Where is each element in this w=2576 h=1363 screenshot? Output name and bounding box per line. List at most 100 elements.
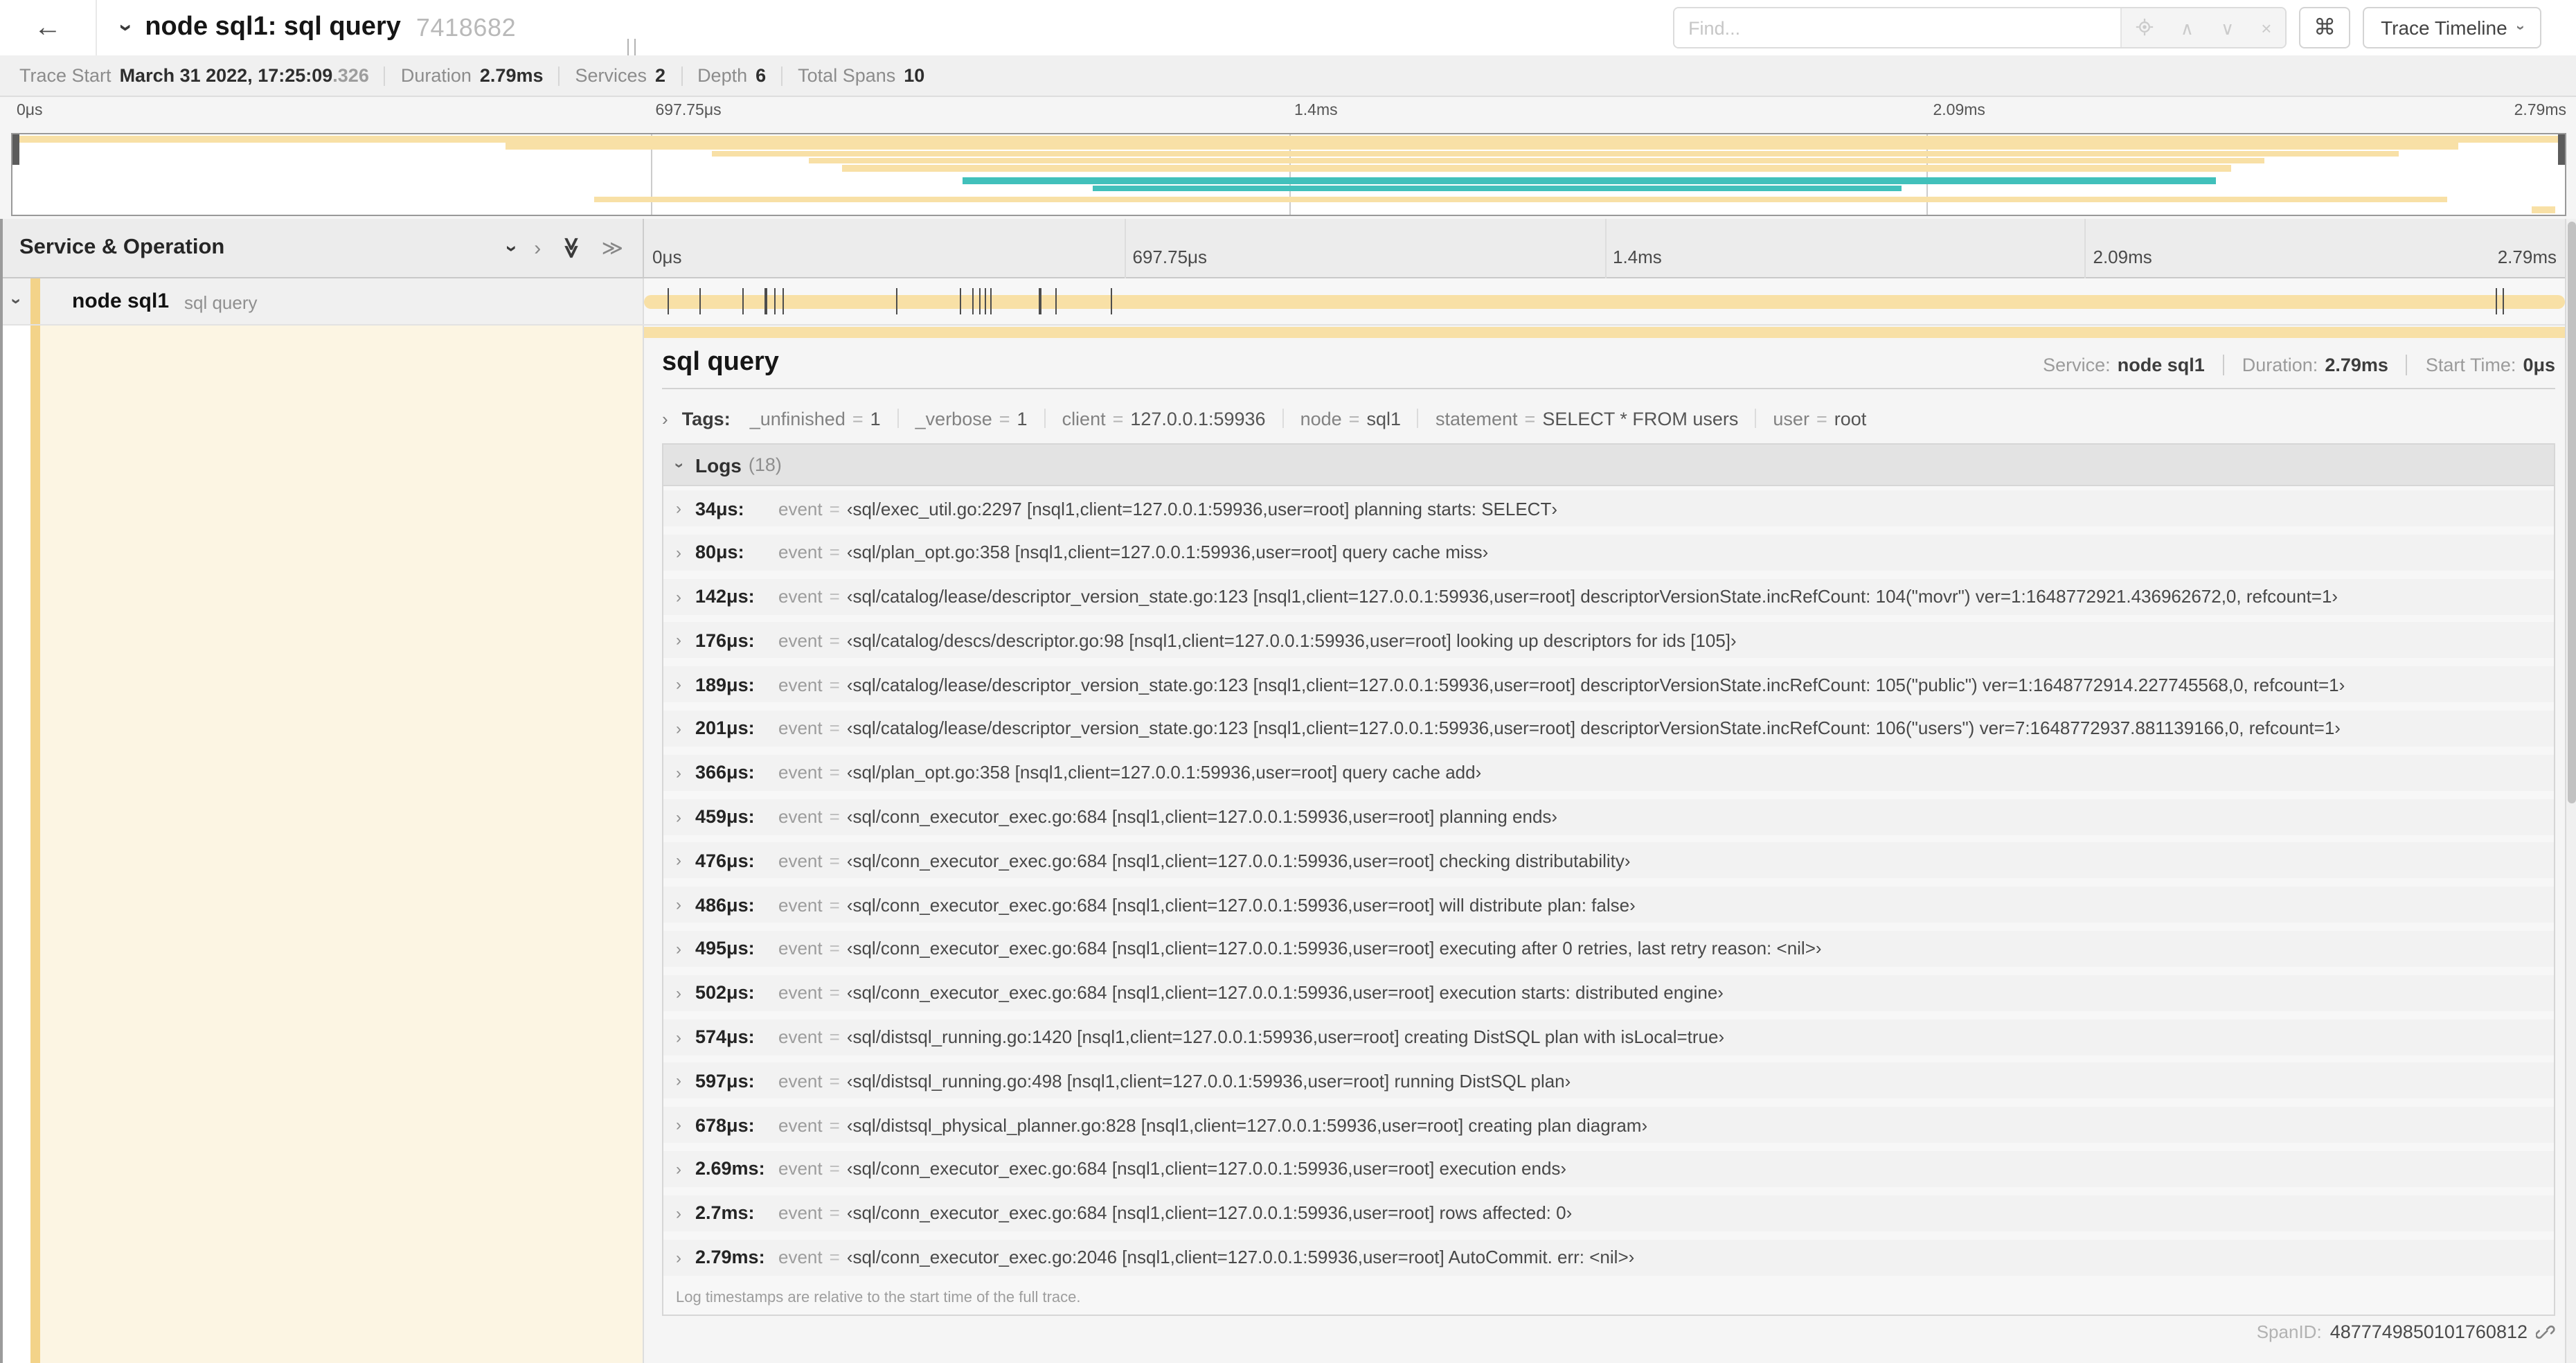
log-row[interactable]: › 80μs: event = ‹sql/plan_opt.go:358 [nsql1,… xyxy=(663,534,2554,571)
chevron-right-icon[interactable]: › xyxy=(676,587,681,606)
back-button[interactable]: ← xyxy=(0,0,97,55)
log-timestamp: 189μs: xyxy=(695,674,755,695)
chevron-right-icon[interactable]: › xyxy=(676,1071,681,1091)
row-collapse-chevron-icon[interactable]: › xyxy=(6,299,27,305)
chevron-right-icon[interactable]: › xyxy=(676,763,681,783)
span-id-label: SpanID: xyxy=(2256,1321,2322,1342)
logs-header[interactable]: › Logs (18) xyxy=(663,445,2554,486)
tag-value: root xyxy=(1834,408,1867,429)
tags-accordion[interactable]: › Tags: _unfinished = 1 _verbose = 1 client = 127.… xyxy=(662,403,1866,434)
equals-sign: = xyxy=(829,850,840,871)
prev-result-icon[interactable]: ∧ xyxy=(2181,19,2194,37)
trace-stat-value: 6 xyxy=(755,65,767,86)
span-row[interactable]: › node sql1 sql query xyxy=(0,278,2576,326)
log-field-key: event xyxy=(778,718,823,739)
span-name-cell[interactable]: › node sql1 sql query xyxy=(0,278,644,324)
ruler-tick-label: 2.09ms xyxy=(2093,247,2152,267)
detail-span-accent xyxy=(30,326,40,1363)
logs-title: Logs xyxy=(695,454,742,476)
equals-sign: = xyxy=(829,762,840,783)
span-detail-area: sql query Service: node sql1 Duration: 2.79… xyxy=(0,326,2576,1363)
equals-sign: = xyxy=(829,982,840,1004)
collapse-trace-chevron-icon[interactable]: › xyxy=(112,24,140,31)
chevron-right-icon[interactable]: › xyxy=(676,1027,681,1046)
expand-all-icon[interactable]: ≫ xyxy=(602,235,623,260)
chevron-right-icon[interactable]: › xyxy=(676,499,681,518)
log-row[interactable]: › 201μs: event = ‹sql/catalog/lease/descript… xyxy=(663,710,2554,747)
stat-divider xyxy=(681,66,683,85)
chevron-right-icon[interactable]: › xyxy=(676,543,681,562)
collapse-one-icon[interactable]: › xyxy=(499,244,523,251)
minimap-left-handle[interactable] xyxy=(12,134,19,165)
tags-label: Tags: xyxy=(681,408,731,429)
tag-divider xyxy=(1755,409,1757,428)
next-result-icon[interactable]: ∨ xyxy=(2221,19,2234,37)
log-row[interactable]: › 459μs: event = ‹sql/conn_executor_exec.go:… xyxy=(663,799,2554,835)
service-operation-title: Service & Operation xyxy=(19,235,225,259)
span-duration-bar[interactable] xyxy=(644,295,2565,308)
log-timestamp: 34μs: xyxy=(695,498,744,519)
log-timestamp: 366μs: xyxy=(695,762,755,783)
log-row[interactable]: › 476μs: event = ‹sql/conn_executor_exec.go:… xyxy=(663,842,2554,879)
vertical-scrollbar[interactable] xyxy=(2565,219,2576,1363)
chevron-right-icon[interactable]: › xyxy=(676,1115,681,1134)
chevron-right-icon[interactable]: › xyxy=(676,939,681,959)
log-row[interactable]: › 189μs: event = ‹sql/catalog/lease/descript… xyxy=(663,666,2554,703)
chevron-right-icon[interactable]: › xyxy=(676,631,681,650)
log-field-key: event xyxy=(778,498,823,519)
log-row[interactable]: › 574μs: event = ‹sql/distsql_running.go:142… xyxy=(663,1019,2554,1055)
page-title: node sql1: sql query xyxy=(145,12,401,42)
chevron-right-icon[interactable]: › xyxy=(676,675,681,694)
timeline-minimap: 0μs 697.75μs 1.4ms 2.09ms 2.79ms xyxy=(0,97,2576,219)
log-row[interactable]: › 678μs: event = ‹sql/distsql_physical_plann… xyxy=(663,1107,2554,1143)
log-row[interactable]: › 2.69ms: event = ‹sql/conn_executor_exec.go… xyxy=(663,1150,2554,1187)
log-row[interactable]: › 495μs: event = ‹sql/conn_executor_exec.go:… xyxy=(663,930,2554,967)
stat-divider xyxy=(2222,355,2224,375)
log-row[interactable]: › 366μs: event = ‹sql/plan_opt.go:358 [nsql1… xyxy=(663,754,2554,791)
minimap-span-bar xyxy=(594,196,2448,203)
chevron-right-icon[interactable]: › xyxy=(676,1204,681,1223)
log-field-value: ‹sql/conn_executor_exec.go:684 [nsql1,cl… xyxy=(846,1202,1573,1224)
log-row[interactable]: › 2.7ms: event = ‹sql/conn_executor_exec.go:… xyxy=(663,1195,2554,1231)
collapse-all-icon[interactable]: ≫ xyxy=(559,237,584,258)
trace-view-selector[interactable]: Trace Timeline › xyxy=(2363,7,2541,48)
log-row[interactable]: › 486μs: event = ‹sql/conn_executor_exec.go:… xyxy=(663,887,2554,923)
tag-divider xyxy=(1417,409,1419,428)
detail-operation-title: sql query xyxy=(662,348,779,377)
equals-sign: = xyxy=(829,1114,840,1136)
chevron-right-icon[interactable]: › xyxy=(676,895,681,914)
log-row[interactable]: › 142μs: event = ‹sql/catalog/lease/descript… xyxy=(663,578,2554,615)
log-row[interactable]: › 176μs: event = ‹sql/catalog/descs/descript… xyxy=(663,622,2554,659)
minimap-canvas[interactable] xyxy=(11,133,2566,216)
tag-value: SELECT * FROM users xyxy=(1542,408,1739,429)
column-resize-grip[interactable] xyxy=(627,39,636,55)
log-field-key: event xyxy=(778,1247,823,1268)
log-field-key: event xyxy=(778,806,823,828)
log-row[interactable]: › 597μs: event = ‹sql/distsql_running.go:498… xyxy=(663,1062,2554,1099)
scrollbar-thumb[interactable] xyxy=(2568,222,2576,803)
chevron-right-icon[interactable]: › xyxy=(676,1247,681,1267)
minimap-right-handle[interactable] xyxy=(2558,134,2565,165)
chevron-right-icon[interactable]: › xyxy=(676,719,681,738)
log-row[interactable]: › 34μs: event = ‹sql/exec_util.go:2297 [nsql… xyxy=(663,490,2554,526)
clear-search-icon[interactable]: × xyxy=(2261,19,2271,37)
chevron-right-icon[interactable]: › xyxy=(676,851,681,871)
log-row[interactable]: › 2.79ms: event = ‹sql/conn_executor_exec.go… xyxy=(663,1239,2554,1276)
log-tick-mark xyxy=(764,288,767,314)
match-focus-icon[interactable] xyxy=(2136,17,2154,38)
log-timestamp: 2.69ms: xyxy=(695,1158,765,1179)
expand-one-icon[interactable]: › xyxy=(534,236,541,260)
span-id-row: SpanID: 4877749850101760812 xyxy=(2257,1321,2555,1342)
chevron-right-icon[interactable]: › xyxy=(676,807,681,826)
chevron-right-icon[interactable]: › xyxy=(676,1159,681,1179)
deep-link-icon[interactable] xyxy=(2536,1322,2555,1342)
find-input[interactable] xyxy=(1674,8,2121,47)
keyboard-shortcuts-button[interactable]: ⌘ xyxy=(2299,7,2351,48)
log-field-value: ‹sql/distsql_running.go:498 [nsql1,clien… xyxy=(846,1070,1571,1092)
tag-value: 127.0.0.1:59936 xyxy=(1130,408,1266,429)
log-row[interactable]: › 502μs: event = ‹sql/conn_executor_exec.go:… xyxy=(663,974,2554,1011)
tag-value: sql1 xyxy=(1366,408,1401,429)
stat-divider xyxy=(558,66,560,85)
chevron-right-icon[interactable]: › xyxy=(676,983,681,1003)
tag-key: _unfinished xyxy=(749,408,846,429)
